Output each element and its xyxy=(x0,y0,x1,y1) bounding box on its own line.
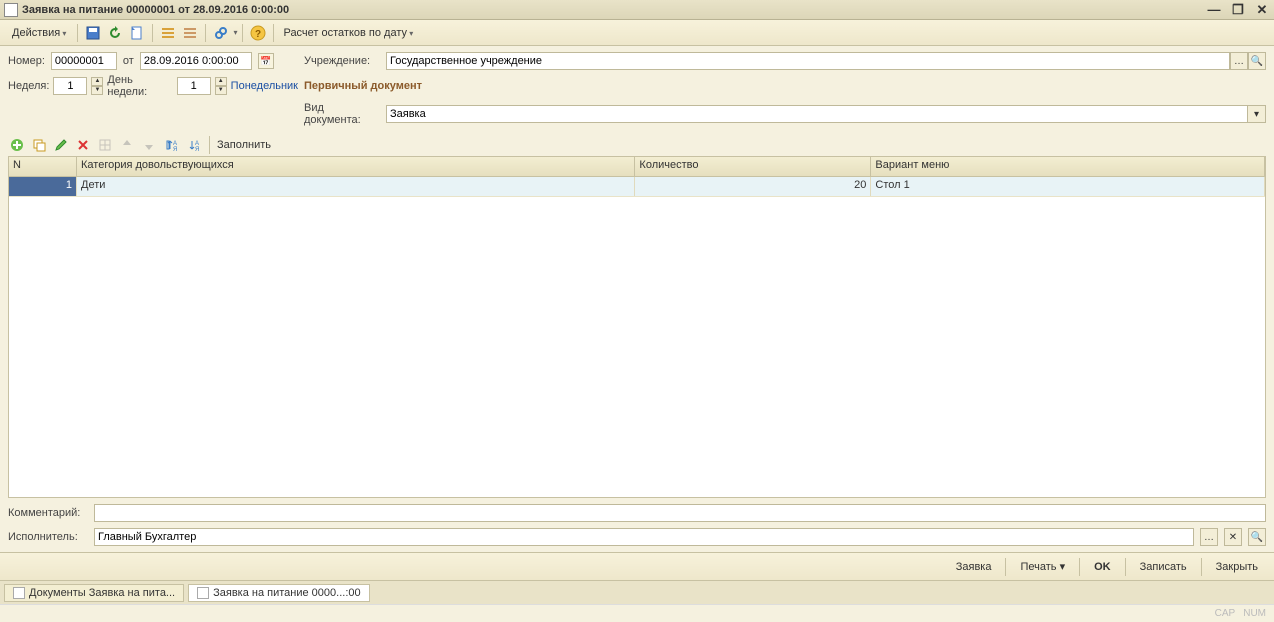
comment-label: Комментарий: xyxy=(8,507,88,519)
col-header-category[interactable]: Категория довольствующихся xyxy=(77,157,635,176)
col-header-qty[interactable]: Количество xyxy=(635,157,871,176)
dropdown-arrow-icon[interactable]: ▾ xyxy=(1248,105,1266,123)
week-label: Неделя: xyxy=(8,80,49,92)
tab-documents[interactable]: Документы Заявка на пита... xyxy=(4,584,184,602)
week-spinner[interactable]: ▲▼ xyxy=(91,77,103,95)
list-icon[interactable] xyxy=(158,23,178,43)
print-button[interactable]: Печать ▾ xyxy=(1012,558,1073,575)
sort-asc-icon[interactable]: AЯ xyxy=(162,136,180,154)
list2-icon[interactable] xyxy=(180,23,200,43)
tab-current[interactable]: Заявка на питание 0000...:00 xyxy=(188,584,370,602)
footer-bar: Заявка Печать ▾ OK Записать Закрыть xyxy=(0,552,1274,580)
org-select-button[interactable]: … xyxy=(1230,52,1248,70)
tab-label: Документы Заявка на пита... xyxy=(29,587,175,599)
close-button[interactable]: ✕ xyxy=(1254,2,1270,18)
doc-type-label: Вид документа: xyxy=(304,102,380,126)
dayofweek-name-link[interactable]: Понедельник xyxy=(231,80,298,92)
org-label: Учреждение: xyxy=(304,55,380,67)
number-input[interactable] xyxy=(51,52,117,70)
number-label: Номер: xyxy=(8,55,45,67)
move-down-icon[interactable] xyxy=(140,136,158,154)
tabs-bar: Документы Заявка на пита... Заявка на пи… xyxy=(0,580,1274,604)
cell-menu[interactable]: Стол 1 xyxy=(871,177,1265,196)
save-icon[interactable] xyxy=(83,23,103,43)
document-icon xyxy=(197,587,209,599)
delete-row-icon[interactable] xyxy=(74,136,92,154)
sort-desc-icon[interactable]: AЯ xyxy=(184,136,202,154)
save-button[interactable]: Записать xyxy=(1132,559,1195,575)
refresh-icon[interactable] xyxy=(105,23,125,43)
grid-body[interactable]: 1 Дети 20 Стол 1 xyxy=(9,177,1265,497)
main-toolbar: Действия ▾ ? Расчет остатков по дату xyxy=(0,20,1274,46)
comment-input[interactable] xyxy=(94,504,1266,522)
week-input[interactable] xyxy=(53,77,87,95)
form-area: Номер: от 📅 Учреждение: … 🔍 Неделя: ▲▼ Д… xyxy=(0,46,1274,132)
primary-doc-heading: Первичный документ xyxy=(304,80,422,92)
help-icon[interactable]: ? xyxy=(248,23,268,43)
performer-input[interactable] xyxy=(94,528,1194,546)
zayavka-button[interactable]: Заявка xyxy=(948,559,1000,575)
cell-n[interactable]: 1 xyxy=(9,177,77,196)
cell-qty[interactable]: 20 xyxy=(635,177,871,196)
status-num: NUM xyxy=(1243,608,1266,619)
bottom-fields: Комментарий: Исполнитель: … ✕ 🔍 xyxy=(0,498,1274,552)
actions-menu[interactable]: Действия xyxy=(6,27,72,39)
document-icon-tb[interactable] xyxy=(127,23,147,43)
date-label: от xyxy=(123,55,134,67)
org-input[interactable] xyxy=(386,52,1230,70)
data-grid: N Категория довольствующихся Количество … xyxy=(8,156,1266,498)
svg-text:Я: Я xyxy=(173,147,177,152)
svg-text:Я: Я xyxy=(195,147,199,152)
dayofweek-input[interactable] xyxy=(177,77,211,95)
status-bar: CAP NUM xyxy=(0,604,1274,622)
minimize-button[interactable]: — xyxy=(1206,2,1222,18)
dayofweek-spinner[interactable]: ▲▼ xyxy=(215,77,227,95)
col-header-n[interactable]: N xyxy=(9,157,77,176)
document-icon xyxy=(13,587,25,599)
edit-row-icon[interactable] xyxy=(52,136,70,154)
table-row[interactable]: 1 Дети 20 Стол 1 xyxy=(9,177,1265,197)
add-row-icon[interactable] xyxy=(8,136,26,154)
svg-text:?: ? xyxy=(255,29,261,40)
copy-row-icon[interactable] xyxy=(30,136,48,154)
status-cap: CAP xyxy=(1215,608,1236,619)
ok-button[interactable]: OK xyxy=(1086,559,1119,575)
col-header-menu[interactable]: Вариант меню xyxy=(871,157,1265,176)
grid-toolbar: AЯ AЯ Заполнить xyxy=(0,132,1274,156)
performer-select-button[interactable]: … xyxy=(1200,528,1218,546)
window-title: Заявка на питание 00000001 от 28.09.2016… xyxy=(22,4,289,16)
performer-label: Исполнитель: xyxy=(8,531,88,543)
grid-icon[interactable] xyxy=(96,136,114,154)
calendar-icon[interactable]: 📅 xyxy=(258,53,274,69)
performer-search-icon[interactable]: 🔍 xyxy=(1248,528,1266,546)
titlebar: Заявка на питание 00000001 от 28.09.2016… xyxy=(0,0,1274,20)
document-icon xyxy=(4,3,18,17)
link-icon[interactable] xyxy=(211,23,231,43)
org-search-icon[interactable]: 🔍 xyxy=(1248,52,1266,70)
move-up-icon[interactable] xyxy=(118,136,136,154)
doc-type-dropdown[interactable] xyxy=(386,105,1248,123)
window-controls: — ❐ ✕ xyxy=(1206,2,1270,18)
maximize-button[interactable]: ❐ xyxy=(1230,2,1246,18)
fill-button[interactable]: Заполнить xyxy=(217,139,271,151)
calc-button[interactable]: Расчет остатков по дату xyxy=(279,27,419,39)
grid-header: N Категория довольствующихся Количество … xyxy=(9,157,1265,177)
performer-clear-icon[interactable]: ✕ xyxy=(1224,528,1242,546)
dayofweek-label: День недели: xyxy=(107,74,172,98)
cell-category[interactable]: Дети xyxy=(77,177,635,196)
date-input[interactable] xyxy=(140,52,252,70)
close-form-button[interactable]: Закрыть xyxy=(1208,559,1266,575)
tab-label: Заявка на питание 0000...:00 xyxy=(213,587,361,599)
